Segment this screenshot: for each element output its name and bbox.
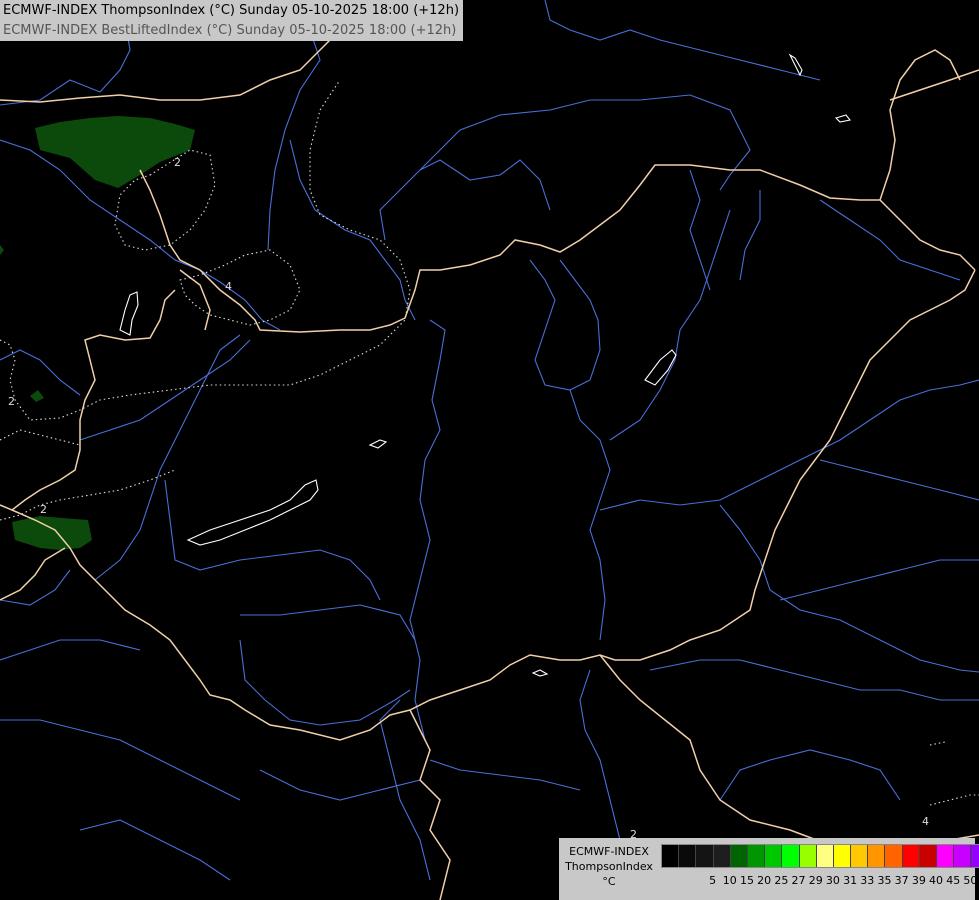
contour-label: 2 <box>174 156 181 169</box>
legend-swatch <box>730 845 748 867</box>
legend-swatch <box>765 845 783 867</box>
legend-swatch <box>713 845 731 867</box>
legend-tick: 45 <box>946 874 961 887</box>
lakes <box>119 53 851 677</box>
contour-label: 2 <box>40 503 47 516</box>
best-lifted-index-contours <box>0 79 979 891</box>
legend-swatch <box>919 845 937 867</box>
legend-swatch <box>799 845 817 867</box>
legend-tick: 40 <box>929 874 944 887</box>
legend-unit: °C <box>602 875 616 888</box>
legend-title: ECMWF-INDEX ThompsonIndex °C <box>561 844 657 889</box>
legend-swatch <box>747 845 766 867</box>
legend-tick: 27 <box>791 874 806 887</box>
legend-swatch <box>902 845 920 867</box>
color-legend: ECMWF-INDEX ThompsonIndex °C 5 10 15 20 25 27… <box>559 838 979 900</box>
contour-label: 4 <box>922 815 929 828</box>
legend-swatch <box>696 845 714 867</box>
legend-tick: 33 <box>860 874 875 887</box>
legend-swatch <box>662 845 680 867</box>
legend-swatch <box>816 845 834 867</box>
legend-swatch <box>679 845 697 867</box>
legend-tick: 35 <box>877 874 892 887</box>
legend-tick: 5 <box>709 874 717 887</box>
legend-tick-spacer <box>652 874 704 887</box>
legend-tick: 10 <box>722 874 737 887</box>
legend-swatch <box>954 845 972 867</box>
legend-swatch <box>782 845 800 867</box>
weather-map: 2 4 2 2 4 2 <box>0 0 979 900</box>
title-primary: ECMWF-INDEX ThompsonIndex (°C) Sunday 05… <box>3 3 460 18</box>
legend-swatches <box>661 844 979 868</box>
legend-tick: 20 <box>757 874 772 887</box>
legend-swatch <box>971 845 979 867</box>
legend-tick: 15 <box>739 874 754 887</box>
map-title: ECMWF-INDEX ThompsonIndex (°C) Sunday 05… <box>0 0 464 41</box>
legend-swatch <box>937 845 955 867</box>
legend-tick: 37 <box>894 874 909 887</box>
legend-swatch <box>851 845 869 867</box>
contour-label: 2 <box>8 395 15 408</box>
title-secondary: ECMWF-INDEX BestLiftedIndex (°C) Sunday … <box>3 23 457 38</box>
legend-tick: 25 <box>774 874 789 887</box>
contour-label: 4 <box>225 280 232 293</box>
legend-ticks: 51015202527293031333537394045505560 <box>652 874 979 887</box>
legend-model: ECMWF-INDEX <box>569 845 649 858</box>
legend-tick: 30 <box>825 874 840 887</box>
legend-param: ThompsonIndex <box>565 860 653 873</box>
legend-tick: 50 <box>963 874 978 887</box>
legend-swatch <box>868 845 886 867</box>
legend-swatch <box>833 845 852 867</box>
legend-swatch <box>885 845 903 867</box>
legend-tick: 31 <box>843 874 858 887</box>
legend-tick: 29 <box>808 874 823 887</box>
legend-tick: 39 <box>911 874 926 887</box>
